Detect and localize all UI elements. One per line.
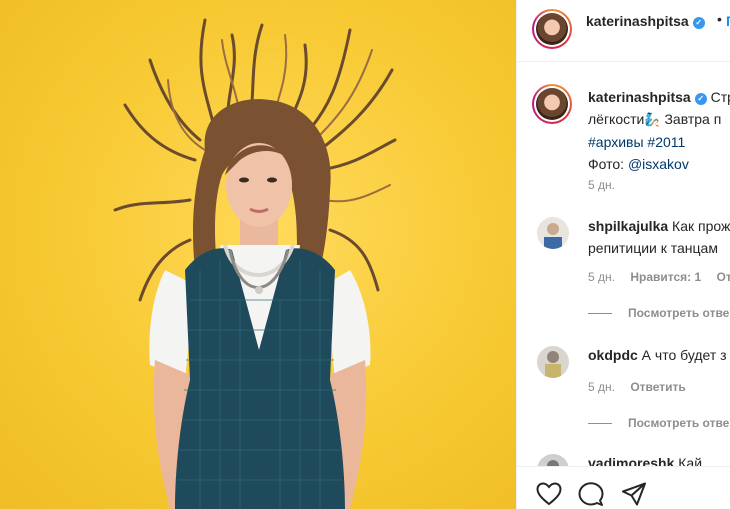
caption-line1: Стр — [710, 89, 730, 105]
caption-avatar[interactable] — [532, 84, 572, 124]
verified-icon: ✓ — [692, 17, 705, 29]
view-replies-label[interactable]: Посмотреть отве — [628, 416, 729, 430]
caption-time[interactable]: 5 дн. — [588, 178, 615, 192]
view-replies-button[interactable]: Посмотреть отве — [588, 306, 729, 320]
view-replies-button[interactable]: Посмотреть отве — [588, 416, 729, 430]
follow-button[interactable]: П — [726, 13, 730, 29]
post-side-panel: katerinashpitsa✓ • П katerinashpitsa✓ Ст… — [516, 0, 730, 509]
comment-username[interactable]: okdpdc — [588, 347, 638, 363]
verified-icon: ✓ — [694, 93, 707, 105]
comment-likes[interactable]: Нравится: 1 — [630, 270, 701, 284]
caption-line2-suffix: Завтра п — [660, 111, 722, 127]
replies-line — [588, 313, 612, 315]
header-username[interactable]: katerinashpitsa ✓ — [586, 13, 705, 29]
portrait-image — [113, 18, 397, 509]
comment-avatar[interactable] — [537, 217, 569, 249]
comment-text: А что будет з — [641, 347, 727, 363]
comment-icon[interactable] — [578, 482, 604, 506]
comment-meta: 5 дн. Нравится: 1 Ответить — [588, 270, 730, 284]
separator-dot: • — [717, 11, 722, 27]
face — [226, 143, 292, 227]
comments-scroll-area[interactable]: katerinashpitsa✓ Стр лёгкости🧞 Завтра п … — [517, 62, 730, 486]
view-replies-label[interactable]: Посмотреть отве — [628, 306, 729, 320]
genie-emoji-icon: 🧞 — [644, 112, 661, 127]
post-photo[interactable] — [0, 0, 516, 509]
avatar[interactable] — [532, 9, 572, 49]
reply-button[interactable]: Ответить — [630, 380, 685, 394]
replies-line — [588, 423, 612, 425]
comment-text: Как прож — [672, 218, 730, 234]
comment-avatar[interactable] — [537, 346, 569, 378]
caption-username[interactable]: katerinashpitsa — [588, 89, 691, 105]
comment-item: shpilkajulka Как прож репитиции к танцам — [588, 215, 730, 259]
caption-hashtags[interactable]: #архивы #2011 — [588, 134, 685, 150]
comment-text-line2: репитиции к танцам — [588, 240, 718, 256]
post-header: katerinashpitsa✓ • П — [517, 0, 730, 62]
comment-username[interactable]: shpilkajulka — [588, 218, 668, 234]
share-icon[interactable] — [621, 482, 647, 506]
action-bar — [517, 466, 730, 509]
comment-item: okdpdc А что будет з — [588, 344, 727, 366]
caption-mention[interactable]: @isxakov — [628, 156, 689, 172]
comment-meta: 5 дн. Ответить — [588, 380, 698, 394]
caption-line2-prefix: лёгкости — [588, 111, 645, 127]
comment-time[interactable]: 5 дн. — [588, 380, 615, 394]
reply-button[interactable]: Ответить — [717, 270, 730, 284]
username-text[interactable]: katerinashpitsa — [586, 13, 689, 29]
comment-time[interactable]: 5 дн. — [588, 270, 615, 284]
caption-photo-credit: Фото: — [588, 156, 628, 172]
heart-icon[interactable] — [536, 482, 562, 506]
caption-text: katerinashpitsa✓ Стр лёгкости🧞 Завтра п … — [588, 86, 730, 175]
